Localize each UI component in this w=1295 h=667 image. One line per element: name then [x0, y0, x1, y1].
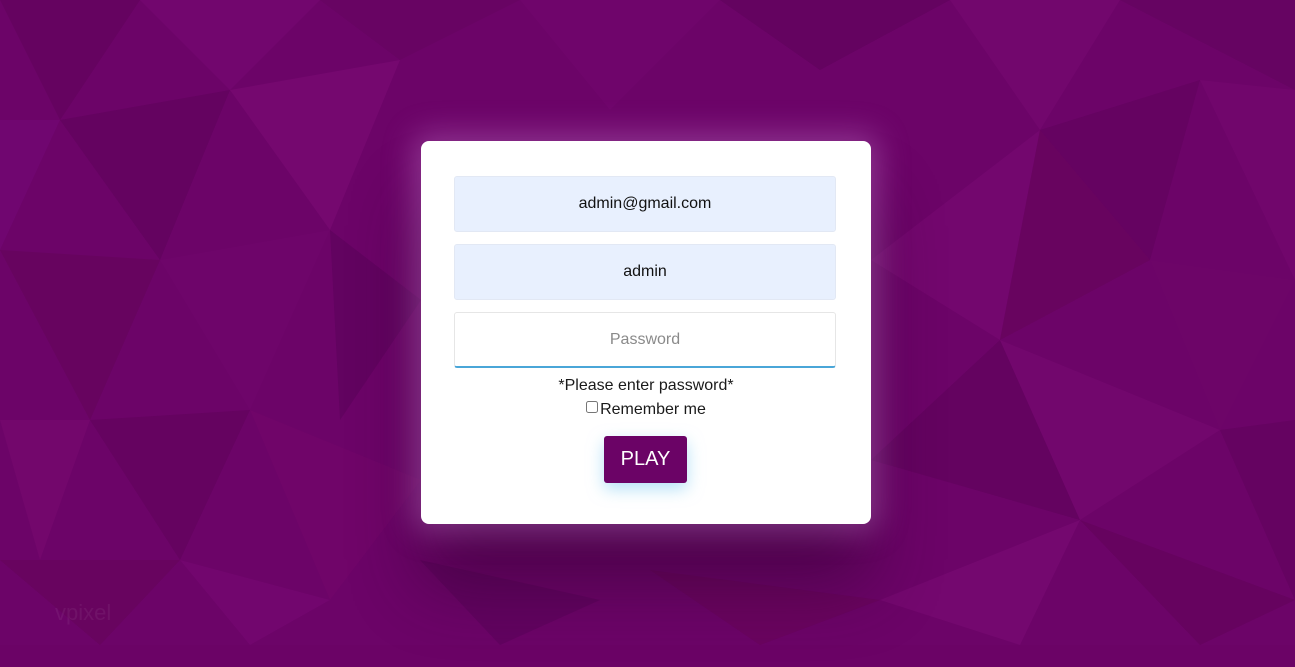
password-field[interactable] [454, 312, 836, 368]
remember-me-checkbox[interactable] [586, 401, 599, 413]
username-field[interactable] [454, 244, 836, 300]
password-error-message: *Please enter password* [558, 377, 734, 394]
remember-me-label[interactable]: Remember me [600, 401, 706, 418]
watermark: vpixel [55, 600, 112, 625]
remember-me-row: Remember me [421, 401, 871, 419]
bottom-strip [0, 645, 1295, 667]
email-field[interactable] [454, 176, 836, 232]
login-card: *Please enter password* Remember me PLAY [421, 141, 871, 524]
play-button[interactable]: PLAY [604, 436, 687, 483]
